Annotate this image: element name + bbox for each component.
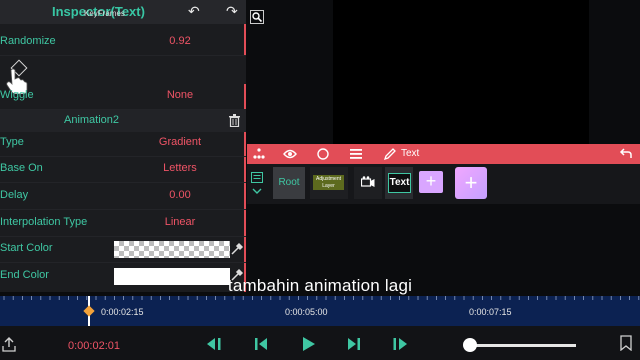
animation-title: Animation2 <box>64 114 120 126</box>
base-on-value[interactable]: Letters <box>140 162 220 174</box>
wiggle-label: Wiggle <box>0 89 34 101</box>
ruler-label: 0:00:02:15 <box>101 307 144 317</box>
selected-layer-label: Text <box>401 148 420 159</box>
type-value[interactable]: Gradient <box>140 136 220 148</box>
camera-icon <box>361 176 375 187</box>
type-row[interactable]: Type Gradient <box>0 131 246 157</box>
keyframes-row <box>0 56 246 84</box>
trash-icon[interactable] <box>229 114 240 127</box>
circle-icon[interactable] <box>316 147 330 161</box>
interpolation-value[interactable]: Linear <box>140 216 220 228</box>
grid-icon[interactable] <box>252 147 266 161</box>
add-layer-button[interactable]: + <box>419 171 443 193</box>
eye-icon[interactable] <box>283 147 297 161</box>
randomize-value[interactable]: 0.92 <box>140 35 220 47</box>
layer-adjustment-label: Adjustment Layer <box>313 175 344 190</box>
randomize-row[interactable]: Randomize 0.92 <box>0 30 246 56</box>
preview-canvas[interactable] <box>333 0 589 144</box>
bookmark-icon[interactable] <box>620 335 632 351</box>
start-color-swatch[interactable] <box>114 241 230 258</box>
skip-back-icon[interactable] <box>205 336 223 352</box>
wiggle-value[interactable]: None <box>140 89 220 101</box>
animation-section-header <box>0 110 246 132</box>
step-forward-icon[interactable] <box>345 336 363 352</box>
type-label: Type <box>0 136 24 148</box>
timeline-zoom-knob[interactable] <box>463 338 477 352</box>
timeline-zoom-slider[interactable] <box>470 344 576 347</box>
delay-value[interactable]: 0.00 <box>140 189 220 201</box>
step-back-icon[interactable] <box>252 336 270 352</box>
export-icon[interactable] <box>2 336 16 352</box>
delay-label: Delay <box>0 189 29 201</box>
interpolation-row[interactable]: Interpolation Type Linear <box>0 211 246 237</box>
layer-root[interactable]: Root <box>273 167 305 199</box>
base-on-row[interactable]: Base On Letters <box>0 157 246 183</box>
wiggle-row[interactable]: Wiggle None <box>0 84 246 110</box>
start-color-label: Start Color <box>0 242 53 254</box>
interpolation-label: Interpolation Type <box>0 216 88 228</box>
keyframes-label: KeyFrames <box>84 9 125 18</box>
current-time: 0:00:02:01 <box>68 340 120 352</box>
undo-icon[interactable]: ↶ <box>188 3 200 20</box>
back-arrow-icon[interactable] <box>619 147 633 161</box>
layer-text-label: Text <box>388 173 411 193</box>
layer-strip <box>247 164 640 204</box>
add-layer-large-button[interactable]: + <box>455 167 487 199</box>
play-icon[interactable] <box>299 336 317 352</box>
base-on-label: Base On <box>0 162 43 174</box>
eyedropper-icon[interactable] <box>230 242 244 256</box>
timeline-toolbar <box>247 144 640 164</box>
redo-icon[interactable]: ↷ <box>226 3 238 20</box>
pencil-icon[interactable] <box>383 147 397 161</box>
layer-menu-icon[interactable] <box>251 172 263 198</box>
zoom-icon[interactable] <box>250 10 264 24</box>
randomize-label: Randomize <box>0 35 56 47</box>
menu-icon[interactable] <box>349 147 363 161</box>
video-subtitle: tambahin animation lagi <box>227 276 413 295</box>
delay-row[interactable]: Delay 0.00 <box>0 184 246 210</box>
skip-forward-icon[interactable] <box>391 336 409 352</box>
ruler-label: 0:00:05:00 <box>285 307 328 317</box>
ruler-label: 0:00:07:15 <box>469 307 512 317</box>
